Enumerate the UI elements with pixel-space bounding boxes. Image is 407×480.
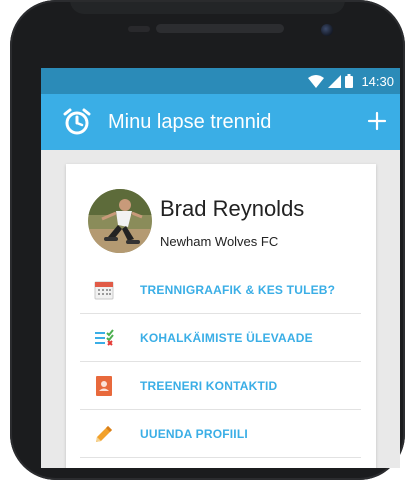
menu-item-coach-contacts[interactable]: TREENERI KONTAKTID [80,362,361,410]
status-icons: 14:30 [308,68,394,94]
contact-card-icon [94,376,114,396]
profile-club: Newham Wolves FC [160,234,279,249]
menu-item-attendance[interactable]: KOHALKÄIMISTE ÜLEVAADE [80,314,361,362]
phone-screen: 14:30 Minu lapse trennid Brad Reynolds N… [41,68,400,468]
phone-speaker [156,24,284,33]
status-time: 14:30 [361,73,394,89]
battery-icon [345,74,354,88]
phone-sheen [70,0,345,14]
menu-item-label: KOHALKÄIMISTE ÜLEVAADE [140,331,313,345]
profile-name: Brad Reynolds [160,196,305,221]
menu-item-label: TRENNIGRAAFIK & KES TULEB? [140,283,336,297]
signal-icon [328,74,342,88]
menu-item-update-profile[interactable]: UUENDA PROFIILI [80,410,361,458]
wifi-icon [308,74,325,88]
app-bar: Minu lapse trennid [41,94,400,150]
avatar[interactable] [88,189,152,253]
menu-item-label: TREENERI KONTAKTID [140,379,278,393]
pencil-icon [94,424,114,444]
profile-card: Brad Reynolds Newham Wolves FC TRENNIGRA… [66,164,376,468]
stopwatch-icon [62,106,92,141]
attendance-list-icon [94,328,114,348]
menu-item-schedule[interactable]: TRENNIGRAAFIK & KES TULEB? [80,266,361,314]
divider [80,457,361,458]
menu-item-label: UUENDA PROFIILI [140,427,248,441]
app-title: Minu lapse trennid [108,111,272,133]
add-icon[interactable] [366,110,388,132]
phone-sensor [128,26,150,32]
phone-frame: 14:30 Minu lapse trennid Brad Reynolds N… [10,0,405,480]
calendar-icon [94,280,114,300]
status-bar: 14:30 [41,68,400,94]
front-camera-icon [321,24,333,36]
